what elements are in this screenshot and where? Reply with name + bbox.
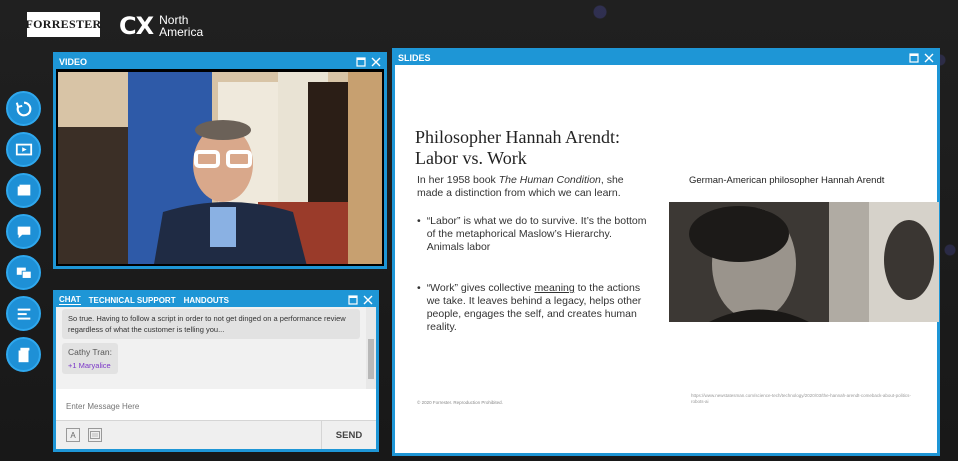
bullet-dot: • (417, 215, 421, 227)
rail-agenda-button[interactable] (6, 296, 41, 331)
chat-panel: CHAT TECHNICAL SUPPORT HANDOUTS So true.… (53, 290, 379, 452)
slide-bullet-text-part: “Work” gives collective (426, 282, 535, 294)
slide-bullet-text: “Labor” is what we do to survive. It’s t… (426, 215, 647, 253)
chat-scrollbar-thumb[interactable] (368, 339, 374, 379)
slide-content: Philosopher Hannah Arendt: Labor vs. Wor… (395, 65, 939, 453)
tab-technical-support[interactable]: TECHNICAL SUPPORT (89, 296, 176, 305)
close-icon[interactable] (924, 53, 934, 63)
cx-north-america-logo: CX North America (119, 12, 203, 40)
chat-icon (17, 226, 30, 238)
photo-caption: German-American philosopher Hannah Arend… (689, 175, 885, 186)
chat-message-author: Cathy Tran: (68, 347, 112, 357)
video-icon (15, 143, 32, 155)
slide-book-title: The Human Condition (498, 174, 601, 186)
left-rail (6, 91, 41, 372)
chat-message: So true. Having to follow a script in or… (62, 309, 360, 339)
slide-bullet: • “Labor” is what we do to survive. It’s… (417, 215, 647, 254)
video-panel-header: VIDEO (56, 55, 384, 69)
slide-source-url: https://www.newstatesman.com/science-tec… (691, 393, 911, 404)
maximize-icon[interactable] (356, 57, 366, 67)
forrester-logo: FORRESTER (25, 12, 101, 37)
chat-message-input[interactable] (56, 390, 376, 423)
slide-intro-text: In her 1958 book (417, 174, 499, 186)
chat-scrollbar[interactable] (366, 307, 376, 389)
maximize-icon[interactable] (909, 53, 919, 63)
cx-logo-subtitle: North America (159, 14, 203, 38)
chat-panel-header: CHAT TECHNICAL SUPPORT HANDOUTS (56, 293, 376, 307)
slide-bullet: • “Work” gives collective meaning to the… (417, 282, 647, 334)
tab-handouts[interactable]: HANDOUTS (184, 296, 229, 305)
rail-slides-button[interactable] (6, 173, 41, 208)
presenter-video-image (58, 72, 382, 264)
chat-message-text: +1 Maryalice (68, 361, 111, 370)
slides-panel: SLIDES Philosopher Hannah Arendt: Labor … (392, 48, 940, 456)
slides-panel-title: SLIDES (398, 53, 431, 63)
rail-support-button[interactable] (6, 255, 41, 290)
maximize-icon[interactable] (348, 295, 358, 305)
chat-messages: So true. Having to follow a script in or… (56, 307, 366, 389)
chat-message: Cathy Tran: +1 Maryalice (62, 343, 118, 374)
slide-copyright: © 2020 Forrester. Reproduction Prohibite… (417, 400, 503, 405)
refresh-icon (15, 101, 31, 116)
tab-chat[interactable]: CHAT (59, 295, 81, 305)
rail-chat-button[interactable] (6, 214, 41, 249)
slides-panel-header: SLIDES (395, 51, 937, 65)
chat-footer: A SEND (56, 420, 376, 449)
rail-handouts-button[interactable] (6, 337, 41, 372)
rail-refresh-button[interactable] (6, 91, 41, 126)
close-icon[interactable] (371, 57, 381, 67)
close-icon[interactable] (363, 295, 373, 305)
slide-heading: Philosopher Hannah Arendt: Labor vs. Wor… (415, 127, 620, 168)
send-button[interactable]: SEND (321, 421, 376, 449)
font-format-icon[interactable]: A (66, 428, 80, 442)
video-feed[interactable] (58, 72, 382, 264)
keyboard-icon[interactable] (88, 428, 102, 442)
slides-icon (17, 184, 30, 195)
video-panel-title: VIDEO (59, 57, 88, 67)
agenda-icon (17, 308, 30, 320)
hannah-arendt-photo (669, 202, 939, 322)
rail-video-button[interactable] (6, 132, 41, 167)
cx-subtitle-line2: America (159, 25, 204, 39)
slide-bullet-emphasis: meaning (534, 282, 575, 294)
support-icon (16, 267, 32, 279)
bullet-dot: • (417, 282, 421, 294)
handouts-icon (18, 347, 29, 362)
slide-intro: In her 1958 book The Human Condition, sh… (417, 174, 647, 200)
video-panel: VIDEO (53, 52, 387, 269)
slide-bullet-text: “Work” gives collective meaning to the a… (427, 282, 647, 334)
cx-logo-mark: CX (119, 12, 154, 40)
